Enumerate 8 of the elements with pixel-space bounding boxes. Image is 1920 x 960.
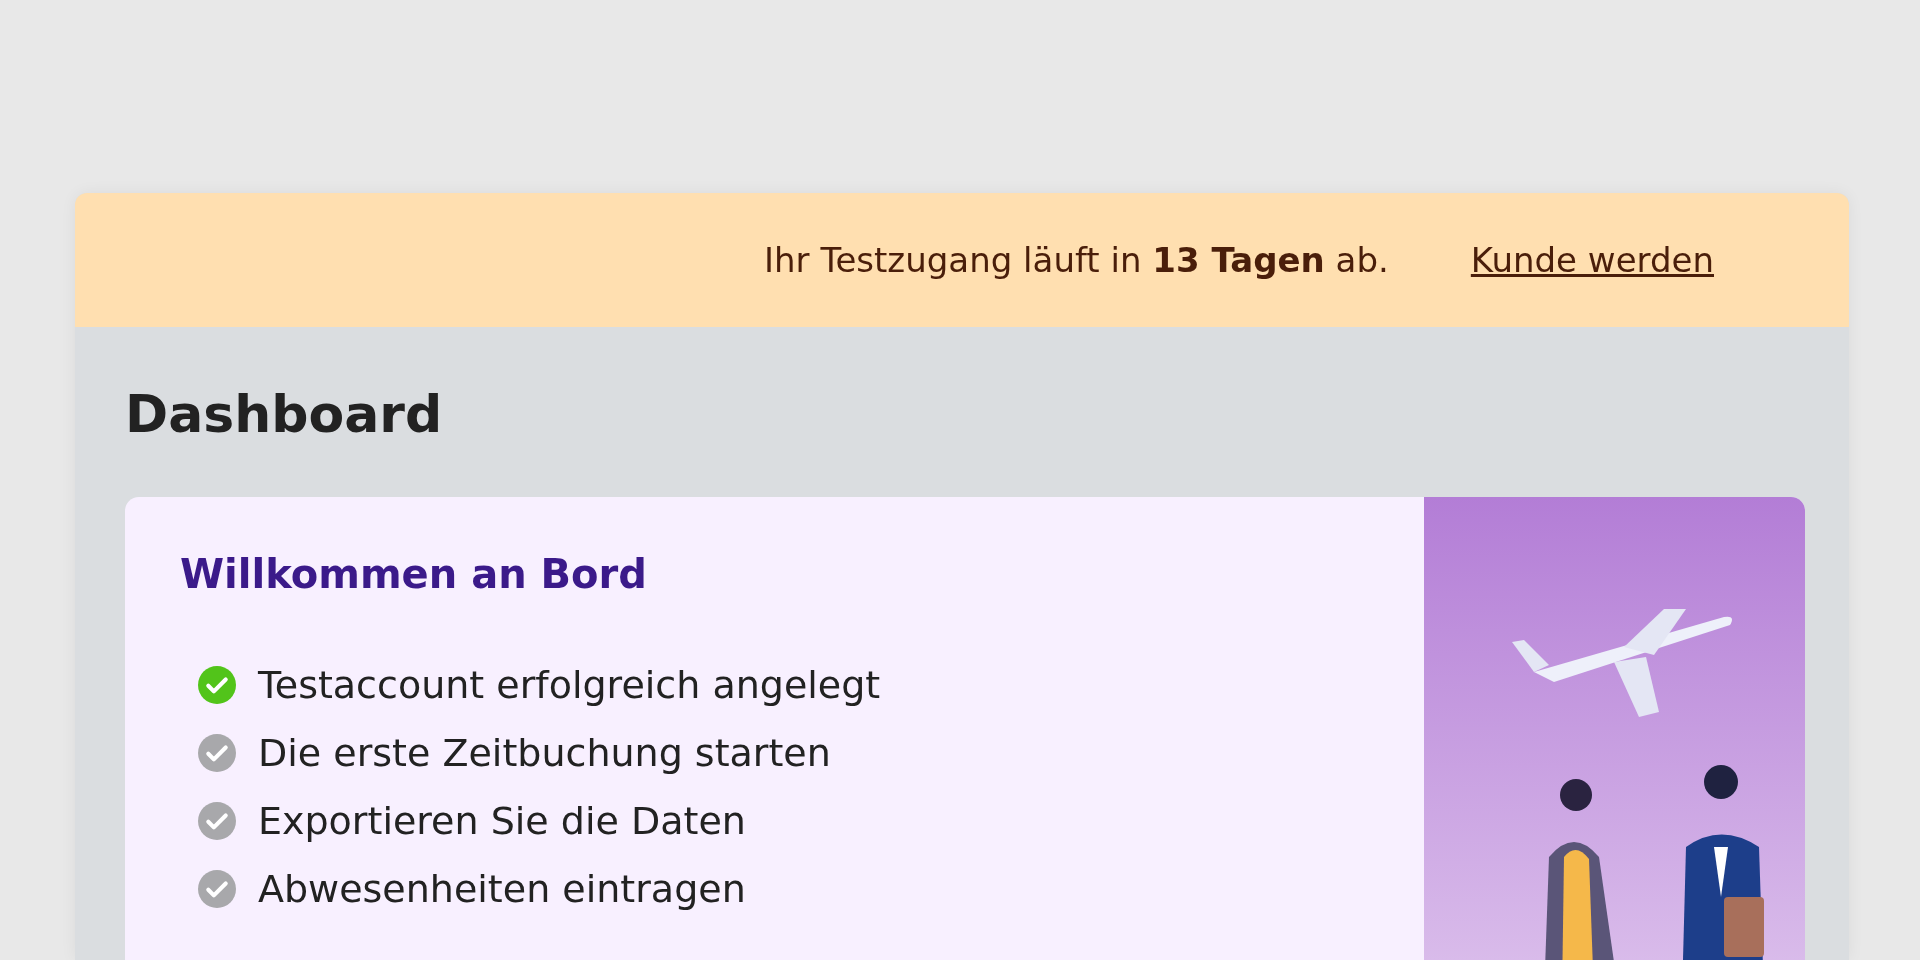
checklist-item: Exportieren Sie die Daten <box>258 799 746 844</box>
checklist-item: Abwesenheiten eintragen <box>258 867 746 912</box>
become-customer-link[interactable]: Kunde werden <box>1470 240 1714 280</box>
page-title: Dashboard <box>125 383 444 446</box>
checklist-item: Testaccount erfolgreich angelegt <box>258 663 881 708</box>
checklist-item: Die erste Zeitbuchung starten <box>258 731 831 776</box>
trial-message: Ihr Testzugang läuft in 13 Tagen ab. <box>764 240 1389 280</box>
card-title: Willkommen an Bord <box>180 551 648 598</box>
